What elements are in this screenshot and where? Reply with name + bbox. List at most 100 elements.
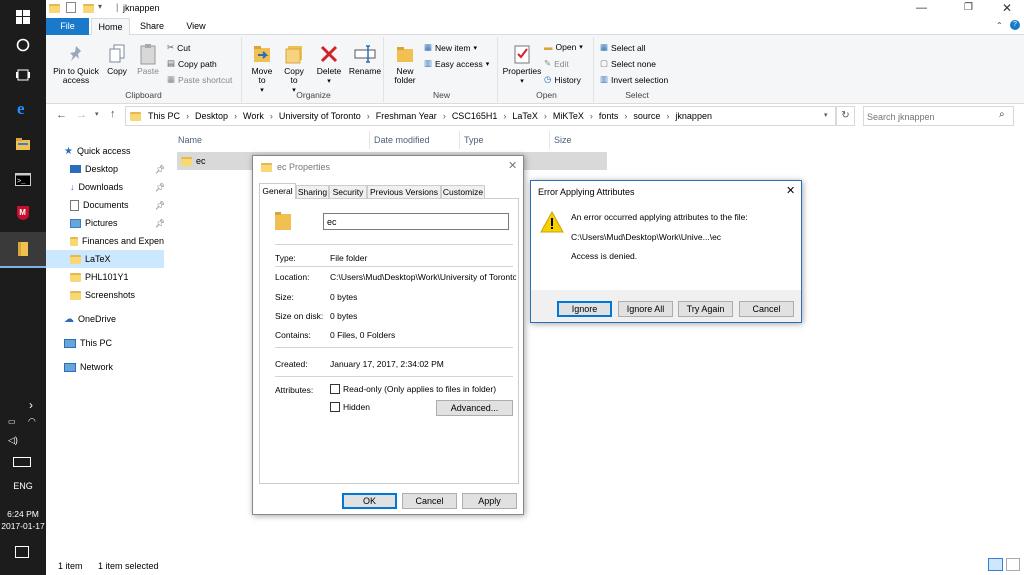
folder-icon[interactable] [0, 232, 46, 268]
error-close-button[interactable]: ✕ [786, 184, 795, 197]
apply-button[interactable]: Apply [462, 493, 517, 509]
ribbon-collapse-icon[interactable]: ⌃ [996, 21, 1003, 30]
error-cancel-button[interactable]: Cancel [739, 301, 794, 317]
breadcrumb-separator-icon[interactable]: › [499, 111, 510, 121]
edge-icon[interactable]: e [0, 91, 46, 125]
pin-icon[interactable]: 📌︎ [155, 201, 165, 210]
terminal-icon[interactable]: >_ [0, 162, 46, 196]
volume-icon[interactable]: ◁) [8, 435, 18, 446]
forward-arrow-icon[interactable]: → [76, 109, 87, 121]
search-icon[interactable]: ⌕ [999, 109, 1005, 120]
breadcrumb-separator-icon[interactable]: › [540, 111, 551, 121]
nav-network[interactable]: Network [64, 358, 182, 376]
tab-customize[interactable]: Customize [441, 185, 485, 199]
breadcrumb-separator-icon[interactable]: › [439, 111, 450, 121]
breadcrumb-item[interactable]: LaTeX [510, 111, 540, 121]
paste-shortcut-button[interactable]: ▦ Paste shortcut [167, 74, 232, 85]
edit-button[interactable]: ✎ Edit [544, 58, 569, 69]
breadcrumb-item[interactable]: CSC165H1 [450, 111, 500, 121]
properties-close-button[interactable]: ✕ [508, 159, 517, 172]
new-item-button[interactable]: ▦ New item ▾ [424, 42, 477, 53]
nav-phl101y1[interactable]: PHL101Y1 [70, 268, 164, 286]
tab-home[interactable]: Home [91, 18, 130, 35]
refresh-icon[interactable]: ↻ [836, 106, 855, 126]
nav-this-pc[interactable]: This PC [64, 334, 182, 352]
nav-onedrive[interactable]: ☁ OneDrive [64, 310, 182, 328]
open-button[interactable]: ▬ Open ▾ [544, 42, 583, 52]
mcafee-icon[interactable]: M [0, 196, 46, 230]
try-again-button[interactable]: Try Again [678, 301, 733, 317]
breadcrumb-item[interactable]: University of Toronto [277, 111, 363, 121]
nav-pictures[interactable]: Pictures [70, 214, 164, 232]
battery-icon[interactable]: ▭ [8, 417, 16, 426]
maximize-button[interactable]: ❐ [964, 2, 973, 13]
hidden-checkbox[interactable]: Hidden [330, 402, 370, 412]
breadcrumb-separator-icon[interactable]: › [266, 111, 277, 121]
breadcrumb-separator-icon[interactable]: › [586, 111, 597, 121]
column-size[interactable]: Size [554, 131, 572, 149]
customize-quick-access-icon[interactable]: ▾ [98, 2, 102, 11]
minimize-button[interactable]: — [916, 2, 927, 14]
help-icon[interactable]: ? [1010, 20, 1020, 30]
readonly-checkbox-box[interactable] [330, 384, 340, 394]
history-button[interactable]: ◷ History [544, 74, 581, 85]
nav-desktop[interactable]: Desktop [70, 160, 164, 178]
breadcrumb-separator-icon[interactable]: › [620, 111, 631, 121]
breadcrumb-item[interactable]: MiKTeX [551, 111, 586, 121]
search-box[interactable]: ⌕ [863, 106, 1014, 126]
breadcrumb-item[interactable]: fonts [597, 111, 621, 121]
easy-access-button[interactable]: ▥ Easy access ▾ [424, 58, 489, 69]
chevron-up-icon[interactable]: › [29, 398, 33, 412]
readonly-checkbox[interactable]: Read-only (Only applies to files in fold… [330, 384, 496, 394]
copy-path-button[interactable]: ▤ Copy path [167, 58, 217, 69]
address-dropdown-icon[interactable]: ▾ [824, 111, 828, 119]
cancel-button[interactable]: Cancel [402, 493, 457, 509]
keyboard-icon[interactable] [13, 457, 31, 467]
tab-view[interactable]: View [174, 18, 218, 35]
pin-icon[interactable]: 📌︎ [155, 183, 165, 192]
tab-share[interactable]: Share [132, 18, 172, 35]
column-name[interactable]: Name [178, 131, 202, 149]
task-view-icon[interactable] [0, 58, 46, 92]
cut-button[interactable]: ✂ Cut [167, 42, 190, 53]
new-folder-quick-icon[interactable] [83, 4, 94, 13]
pin-icon[interactable]: 📌︎ [155, 219, 165, 228]
breadcrumb-separator-icon[interactable]: › [363, 111, 374, 121]
pin-icon[interactable]: 📌︎ [155, 165, 165, 174]
properties-button[interactable]: Properties ▾ [502, 41, 542, 86]
column-date-modified[interactable]: Date modified [374, 131, 430, 149]
tab-security[interactable]: Security [329, 185, 367, 199]
nav-documents[interactable]: Documents [70, 196, 164, 214]
tab-previous-versions[interactable]: Previous Versions [367, 185, 441, 199]
cortana-icon[interactable] [0, 28, 46, 62]
delete-button[interactable]: Delete ▾ [314, 41, 344, 86]
breadcrumb-separator-icon[interactable]: › [230, 111, 241, 121]
select-all-button[interactable]: ▦ Select all [600, 42, 646, 53]
copy-button[interactable]: Copy [104, 41, 130, 76]
invert-selection-button[interactable]: ▥ Invert selection [600, 74, 668, 85]
file-explorer-icon[interactable] [0, 127, 46, 161]
clock-time[interactable]: 6:24 PM [0, 509, 46, 519]
nav-latex[interactable]: LaTeX [46, 250, 164, 268]
breadcrumb-separator-icon[interactable]: › [662, 111, 673, 121]
up-arrow-icon[interactable]: ↑ [110, 108, 116, 120]
column-type[interactable]: Type [464, 131, 484, 149]
back-arrow-icon[interactable]: ← [56, 109, 67, 121]
wifi-icon[interactable]: ◠ [28, 416, 36, 427]
breadcrumb-separator-icon[interactable]: › [182, 111, 193, 121]
folder-name-input[interactable] [323, 213, 509, 230]
breadcrumb-item[interactable]: Freshman Year [374, 111, 439, 121]
ok-button[interactable]: OK [342, 493, 397, 509]
nav-finances[interactable]: Finances and Expen [70, 232, 164, 250]
tab-file[interactable]: File [46, 18, 89, 35]
details-view-icon[interactable] [988, 558, 1003, 571]
search-input[interactable] [867, 110, 992, 123]
advanced-button[interactable]: Advanced... [436, 400, 513, 416]
close-button[interactable]: ✕ [1002, 1, 1012, 15]
properties-quick-icon[interactable] [66, 2, 76, 13]
tab-general[interactable]: General [259, 183, 296, 199]
breadcrumb-item[interactable]: jknappen [673, 111, 714, 121]
breadcrumb[interactable]: This PC › Desktop › Work › University of Toron… [125, 106, 836, 126]
rename-button[interactable]: Rename [348, 41, 382, 76]
breadcrumb-item[interactable]: source [631, 111, 662, 121]
